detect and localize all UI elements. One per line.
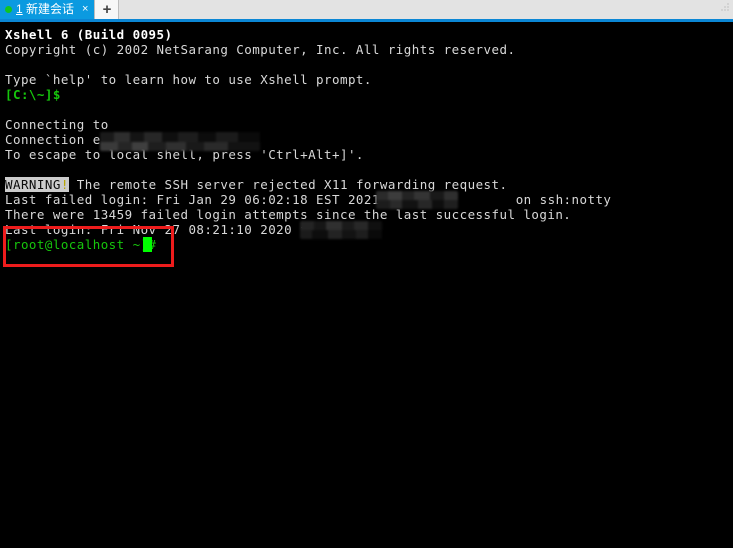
warning-badge: WARNING! xyxy=(5,177,69,192)
terminal-line-last-failed-login: Last failed login: Fri Jan 29 06:02:18 E… xyxy=(5,192,611,207)
terminal-line-banner-help: Type `help' to learn how to use Xshell p… xyxy=(5,72,372,87)
terminal-line-local-prompt: [C:\~]$ xyxy=(5,87,61,102)
warning-badge-bang: ! xyxy=(60,177,69,192)
new-tab-button[interactable]: + xyxy=(94,0,120,19)
terminal-line-last-login: Last login: Fri Nov 27 08:21:10 2020 fro… xyxy=(5,222,340,237)
tab-accesskey: 1 xyxy=(16,2,23,16)
terminal-screen[interactable]: Xshell 6 (Build 0095) Copyright (c) 2002… xyxy=(0,22,733,548)
redaction-connect-host xyxy=(100,132,260,151)
terminal-line-warning: WARNING! The remote SSH server rejected … xyxy=(5,177,508,192)
resize-grip-icon xyxy=(721,3,729,11)
tab-bar: 1 新建会话 × + xyxy=(0,0,733,19)
terminal-line-banner-copyright: Copyright (c) 2002 NetSarang Computer, I… xyxy=(5,42,516,57)
redaction-last-login-ip xyxy=(300,221,382,239)
tab-title: 新建会话 xyxy=(26,2,75,16)
terminal-line-failed-attempts: There were 13459 failed login attempts s… xyxy=(5,207,572,222)
terminal-line-shell-prompt: [root@localhost ~]# xyxy=(5,237,157,252)
terminal-line-banner-title: Xshell 6 (Build 0095) xyxy=(5,27,173,42)
redaction-failed-login-ip xyxy=(376,191,458,209)
warning-badge-text: WARNING xyxy=(5,177,61,192)
close-icon[interactable]: × xyxy=(82,0,88,19)
connected-dot-icon xyxy=(5,6,12,13)
tab-session-1[interactable]: 1 新建会话 × xyxy=(0,0,95,19)
tab-label: 1 新建会话 xyxy=(16,0,74,19)
tab-bar-empty-area xyxy=(119,0,733,19)
last-failed-login-suffix: on ssh:notty xyxy=(507,192,612,207)
last-failed-login-prefix: Last failed login: Fri Jan 29 06:02:18 E… xyxy=(5,192,428,207)
warning-message-text: The remote SSH server rejected X11 forwa… xyxy=(68,177,508,192)
block-cursor xyxy=(143,237,152,252)
terminal-line-connecting: Connecting to xyxy=(5,117,117,132)
